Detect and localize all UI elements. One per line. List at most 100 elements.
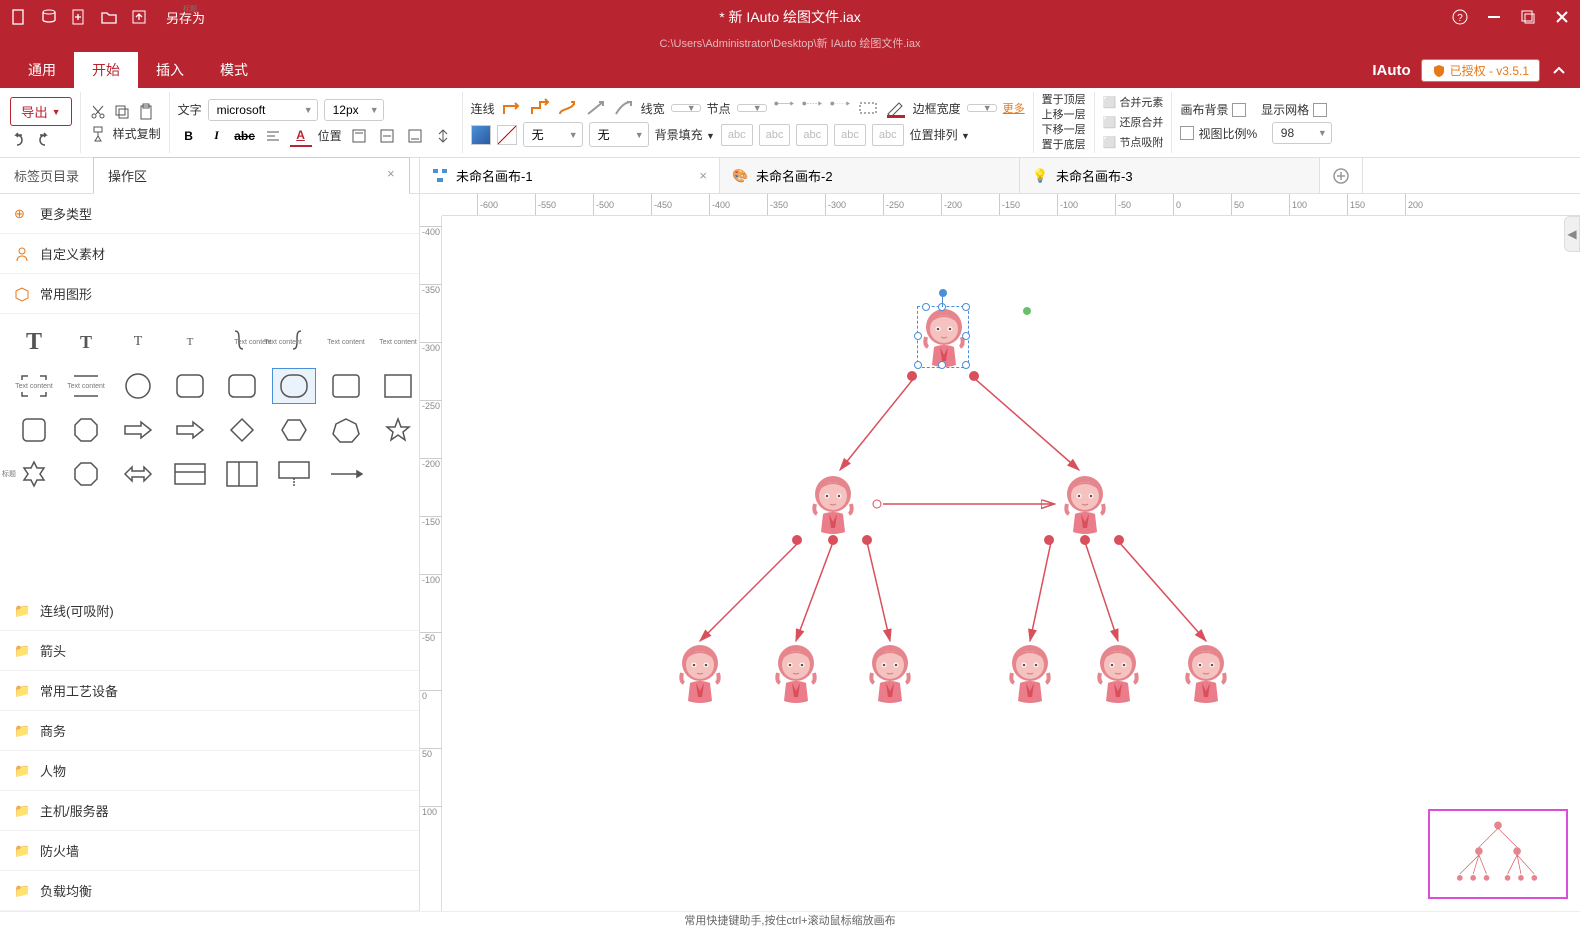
posarrange-label[interactable]: 位置排列 ▼: [910, 126, 970, 143]
format-painter-icon[interactable]: [89, 125, 107, 143]
person-node[interactable]: [674, 643, 726, 705]
sidebar-tab-workspace[interactable]: 操作区×: [93, 157, 410, 194]
section-more-types[interactable]: ⊕更多类型: [0, 194, 419, 234]
shape-diamond[interactable]: [220, 412, 264, 448]
valign-mid-icon[interactable]: [376, 125, 398, 147]
section-custom[interactable]: 自定义素材: [0, 234, 419, 274]
bgfill-label[interactable]: 背景填充 ▼: [655, 126, 715, 143]
shape-arrow-right[interactable]: [116, 412, 160, 448]
canvas-bg-swatch[interactable]: [1232, 103, 1246, 117]
line-color-icon[interactable]: [885, 98, 907, 118]
abc-box-3[interactable]: abc: [796, 124, 828, 146]
undo-icon[interactable]: [10, 130, 28, 148]
collapse-ribbon-icon[interactable]: [1550, 62, 1568, 80]
shape-star[interactable]: [376, 412, 420, 448]
redo-icon[interactable]: [34, 130, 52, 148]
borderwidth-select[interactable]: ▼: [967, 104, 997, 112]
position-label[interactable]: 位置: [318, 127, 342, 144]
section-firewall[interactable]: 📁防火墙: [0, 831, 419, 871]
canvas-tab-3[interactable]: 💡未命名画布-3: [1020, 158, 1320, 193]
canvas-tab-1[interactable]: 未命名画布-1×: [420, 158, 720, 193]
shape-rounded-rect-2[interactable]: [220, 368, 264, 404]
export-icon[interactable]: [130, 8, 148, 26]
section-people[interactable]: 📁人物: [0, 751, 419, 791]
shape-octagon[interactable]: [64, 412, 108, 448]
shape-text-h1[interactable]: T: [12, 324, 56, 360]
fill-select-1[interactable]: 无▼: [523, 122, 583, 147]
merge-elements[interactable]: ⬜ 合并元素: [1103, 93, 1164, 113]
shape-brace-left[interactable]: Text content: [272, 324, 316, 360]
section-loadbalance[interactable]: 📁负载均衡: [0, 871, 419, 911]
layer-up[interactable]: 上移一层: [1042, 108, 1086, 123]
conn-type-1-icon[interactable]: [501, 98, 523, 118]
strike-button[interactable]: abc: [234, 125, 256, 147]
line-style-2-icon[interactable]: [801, 98, 823, 118]
bold-button[interactable]: B: [178, 125, 200, 147]
shape-callout[interactable]: [272, 456, 316, 492]
section-connectors[interactable]: 📁连线(可吸附): [0, 591, 419, 631]
tab-start[interactable]: 开始: [74, 52, 138, 88]
section-common-shapes[interactable]: 常用图形: [0, 274, 419, 314]
zoom-checkbox[interactable]: [1180, 126, 1194, 140]
no-fill-swatch[interactable]: [497, 125, 517, 145]
shape-circle[interactable]: [116, 368, 160, 404]
person-node[interactable]: [917, 306, 969, 368]
cut-icon[interactable]: [89, 103, 107, 121]
close-icon[interactable]: ×: [387, 166, 395, 181]
maximize-icon[interactable]: [1520, 9, 1536, 25]
shape-text-h3[interactable]: T: [116, 324, 160, 360]
abc-box-5[interactable]: abc: [872, 124, 904, 146]
linewidth-select[interactable]: ▼: [671, 104, 701, 112]
shape-arrow-bi[interactable]: [116, 456, 160, 492]
shape-corner-box-1[interactable]: Text content: [12, 368, 56, 404]
shape-rounded-rect[interactable]: [168, 368, 212, 404]
database-icon[interactable]: [40, 8, 58, 26]
shape-rect-2[interactable]: [376, 368, 420, 404]
abc-box-2[interactable]: abc: [759, 124, 791, 146]
abc-box-4[interactable]: abc: [834, 124, 866, 146]
restore-merge[interactable]: ⬜ 还原合并: [1103, 113, 1164, 133]
shape-title-box[interactable]: 标题: [168, 456, 212, 492]
section-arrows[interactable]: 📁箭头: [0, 631, 419, 671]
minimap[interactable]: [1428, 809, 1568, 899]
shape-text-h4[interactable]: T: [168, 324, 212, 360]
valign-top-icon[interactable]: [348, 125, 370, 147]
person-node[interactable]: [770, 643, 822, 705]
collapse-panel-icon[interactable]: ◀: [1564, 216, 1580, 252]
node-snap[interactable]: ⬜ 节点吸附: [1103, 133, 1164, 153]
conn-type-4-icon[interactable]: [585, 98, 607, 118]
conn-type-2-icon[interactable]: [529, 98, 551, 118]
sidebar-tab-directory[interactable]: 标签页目录: [0, 158, 93, 193]
format-copy-label[interactable]: 样式复制: [113, 125, 161, 142]
shape-square[interactable]: [12, 412, 56, 448]
abc-box-1[interactable]: abc: [721, 124, 753, 146]
person-node[interactable]: [1180, 643, 1232, 705]
italic-button[interactable]: I: [206, 125, 228, 147]
shape-bracket-top[interactable]: Text content: [324, 324, 368, 360]
align-button[interactable]: [262, 125, 284, 147]
fill-color-swatch[interactable]: [471, 125, 491, 145]
minimize-icon[interactable]: [1486, 9, 1502, 25]
shape-hexagon[interactable]: [272, 412, 316, 448]
tab-insert[interactable]: 插入: [138, 52, 202, 88]
shape-rounded-rect-selected[interactable]: [272, 368, 316, 404]
section-business[interactable]: 📁商务: [0, 711, 419, 751]
person-node[interactable]: [864, 643, 916, 705]
shape-brace-right[interactable]: Text content: [220, 324, 264, 360]
canvas[interactable]: [442, 216, 1580, 911]
canvas-tab-2[interactable]: 🎨未命名画布-2: [720, 158, 1020, 193]
tab-mode[interactable]: 模式: [202, 52, 266, 88]
line-dashed-icon[interactable]: [857, 98, 879, 118]
section-host[interactable]: 📁主机/服务器: [0, 791, 419, 831]
line-style-3-icon[interactable]: [829, 98, 851, 118]
shape-side-label[interactable]: 标题: [220, 456, 264, 492]
valign-bot-icon[interactable]: [404, 125, 426, 147]
zoom-select[interactable]: 98▼: [1272, 122, 1332, 144]
help-icon[interactable]: ?: [1452, 9, 1468, 25]
fontsize-select[interactable]: 12px▼: [324, 99, 384, 121]
more-link[interactable]: 更多: [1003, 100, 1025, 116]
fontcolor-button[interactable]: A: [290, 125, 312, 147]
close-icon[interactable]: ×: [699, 168, 707, 183]
shape-corner-box-2[interactable]: Text content: [64, 368, 108, 404]
new-file-icon[interactable]: [10, 8, 28, 26]
